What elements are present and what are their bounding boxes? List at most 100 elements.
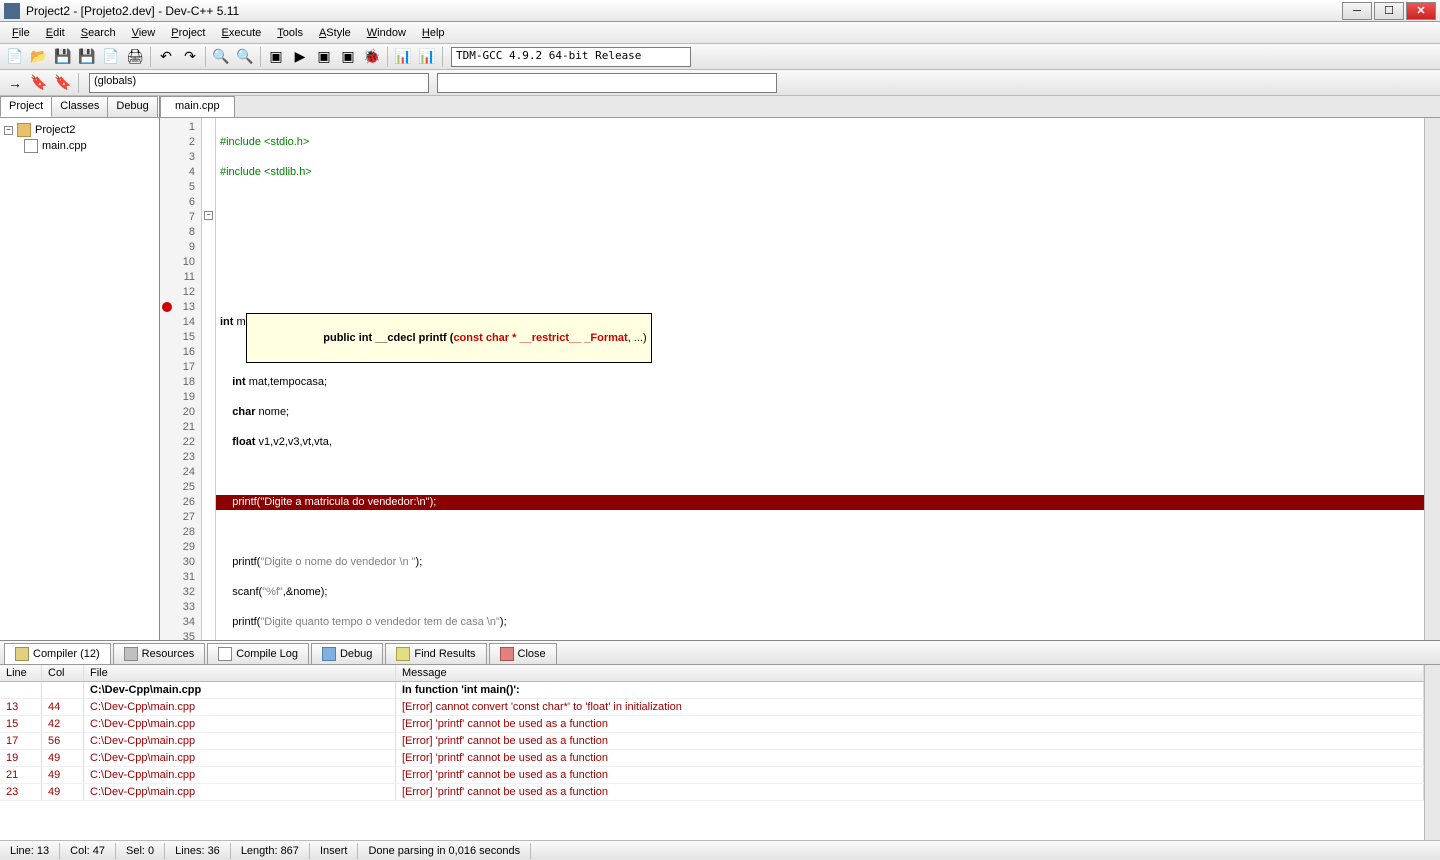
msg-line: 21 <box>0 767 42 783</box>
menu-view[interactable]: View <box>124 25 164 41</box>
log-icon <box>218 647 232 661</box>
tab-debug[interactable]: Debug <box>311 643 383 664</box>
project-icon <box>17 123 31 137</box>
compile-icon[interactable]: ▣ <box>265 46 287 68</box>
menu-help[interactable]: Help <box>414 25 453 41</box>
tooltip-param: const char * __restrict__ _Format <box>453 332 627 344</box>
messages-scrollbar[interactable] <box>1424 665 1440 840</box>
close-icon <box>500 647 514 661</box>
msg-file: C:\Dev-Cpp\main.cpp <box>84 767 396 783</box>
replace-icon[interactable]: 🔍 <box>234 46 256 68</box>
menu-search[interactable]: Search <box>73 25 124 41</box>
run-icon[interactable]: ▶ <box>289 46 311 68</box>
message-row[interactable]: 2349C:\Dev-Cpp\main.cpp[Error] 'printf' … <box>0 784 1424 801</box>
find-icon[interactable]: 🔍 <box>210 46 232 68</box>
debug-icon[interactable]: 🐞 <box>361 46 383 68</box>
tooltip-prefix: public int __cdecl printf ( <box>323 332 453 344</box>
tooltip-suffix: , ...) <box>628 332 647 344</box>
message-row[interactable]: 1542C:\Dev-Cpp\main.cpp[Error] 'printf' … <box>0 716 1424 733</box>
msg-line: 15 <box>0 716 42 732</box>
fold-gutter: − <box>202 118 216 640</box>
open-icon[interactable]: 📂 <box>28 46 50 68</box>
compiler-icon <box>15 647 29 661</box>
message-row[interactable]: 1344C:\Dev-Cpp\main.cpp[Error] cannot co… <box>0 699 1424 716</box>
header-line[interactable]: Line <box>0 665 42 681</box>
menu-execute[interactable]: Execute <box>214 25 270 41</box>
close-button[interactable]: ✕ <box>1406 2 1436 20</box>
toolbar-separator <box>150 47 151 67</box>
header-message[interactable]: Message <box>396 665 1424 681</box>
project-tree[interactable]: − Project2 main.cpp <box>0 118 159 640</box>
tree-file-item[interactable]: main.cpp <box>24 138 155 154</box>
fold-icon[interactable]: − <box>204 211 213 220</box>
editor-tab[interactable]: main.cpp <box>160 96 235 117</box>
save-all-icon[interactable]: 💾 <box>76 46 98 68</box>
member-select[interactable] <box>437 73 777 93</box>
msg-file: C:\Dev-Cpp\main.cpp <box>84 733 396 749</box>
output-tab-bar: Compiler (12) Resources Compile Log Debu… <box>0 641 1440 665</box>
main-area: Project Classes Debug − Project2 main.cp… <box>0 96 1440 640</box>
status-insert: Insert <box>310 843 359 859</box>
save-icon[interactable]: 💾 <box>52 46 74 68</box>
msg-line: 17 <box>0 733 42 749</box>
message-row[interactable]: 1756C:\Dev-Cpp\main.cpp[Error] 'printf' … <box>0 733 1424 750</box>
compiler-messages[interactable]: Line Col File Message C:\Dev-Cpp\main.cp… <box>0 665 1424 840</box>
tab-resources[interactable]: Resources <box>113 643 206 664</box>
header-col[interactable]: Col <box>42 665 84 681</box>
toolbar-separator <box>78 73 79 93</box>
tab-project[interactable]: Project <box>0 96 52 117</box>
goto-bookmark-icon[interactable]: 🔖 <box>52 72 74 94</box>
menu-astyle[interactable]: AStyle <box>311 25 359 41</box>
msg-text: [Error] cannot convert 'const char*' to … <box>396 699 1424 715</box>
code-editor[interactable]: 123 456 789 101112 131415 161718 192021 … <box>160 118 1440 640</box>
tree-project-root[interactable]: − Project2 <box>4 122 155 138</box>
menu-edit[interactable]: Edit <box>38 25 73 41</box>
secondary-toolbar: → 🔖 🔖 (globals) <box>0 70 1440 96</box>
msg-col: 44 <box>42 699 84 715</box>
collapse-icon[interactable]: − <box>4 126 13 135</box>
menu-file[interactable]: File <box>4 25 38 41</box>
compiler-select[interactable]: TDM-GCC 4.9.2 64-bit Release <box>451 47 691 67</box>
undo-icon[interactable]: ↶ <box>155 46 177 68</box>
menu-project[interactable]: Project <box>163 25 213 41</box>
header-file[interactable]: File <box>84 665 396 681</box>
tab-compile-log[interactable]: Compile Log <box>207 643 309 664</box>
message-row[interactable]: C:\Dev-Cpp\main.cppIn function 'int main… <box>0 682 1424 699</box>
new-file-icon[interactable]: 📄 <box>4 46 26 68</box>
msg-line: 19 <box>0 750 42 766</box>
tab-debug[interactable]: Debug <box>107 96 157 117</box>
close-file-icon[interactable]: 📄 <box>100 46 122 68</box>
menu-window[interactable]: Window <box>359 25 414 41</box>
maximize-button[interactable]: ☐ <box>1374 2 1404 20</box>
redo-icon[interactable]: ↷ <box>179 46 201 68</box>
compile-run-icon[interactable]: ▣ <box>313 46 335 68</box>
tab-find-results[interactable]: Find Results <box>385 643 486 664</box>
bookmark-icon[interactable]: 🔖 <box>28 72 50 94</box>
scope-select[interactable]: (globals) <box>89 73 429 93</box>
editor-scrollbar[interactable] <box>1424 118 1440 640</box>
minimize-button[interactable]: ─ <box>1342 2 1372 20</box>
editor-panel: main.cpp 123 456 789 101112 131415 16171… <box>160 96 1440 640</box>
project-panel: Project Classes Debug − Project2 main.cp… <box>0 96 160 640</box>
code-area[interactable]: #include <stdio.h> #include <stdlib.h> i… <box>216 118 1424 640</box>
tab-compiler[interactable]: Compiler (12) <box>4 643 111 664</box>
tab-classes[interactable]: Classes <box>51 96 108 117</box>
msg-text: [Error] 'printf' cannot be used as a fun… <box>396 716 1424 732</box>
menu-tools[interactable]: Tools <box>269 25 311 41</box>
parameter-tooltip: public int __cdecl printf (const char * … <box>246 313 652 363</box>
msg-file: C:\Dev-Cpp\main.cpp <box>84 699 396 715</box>
message-row[interactable]: 2149C:\Dev-Cpp\main.cpp[Error] 'printf' … <box>0 767 1424 784</box>
status-col: Col: 47 <box>60 843 116 859</box>
msg-text: [Error] 'printf' cannot be used as a fun… <box>396 784 1424 800</box>
message-row[interactable]: 1949C:\Dev-Cpp\main.cpp[Error] 'printf' … <box>0 750 1424 767</box>
profile-icon[interactable]: 📊 <box>392 46 414 68</box>
main-toolbar: 📄 📂 💾 💾 📄 🖨 ↶ ↷ 🔍 🔍 ▣ ▶ ▣ ▣ 🐞 📊 📊 TDM-GC… <box>0 44 1440 70</box>
status-done: Done parsing in 0,016 seconds <box>358 843 531 859</box>
rebuild-icon[interactable]: ▣ <box>337 46 359 68</box>
msg-col: 49 <box>42 784 84 800</box>
tab-close[interactable]: Close <box>489 643 557 664</box>
goto-icon[interactable]: → <box>4 72 26 94</box>
delete-profile-icon[interactable]: 📊 <box>416 46 438 68</box>
print-icon[interactable]: 🖨 <box>124 46 146 68</box>
msg-file: C:\Dev-Cpp\main.cpp <box>84 716 396 732</box>
